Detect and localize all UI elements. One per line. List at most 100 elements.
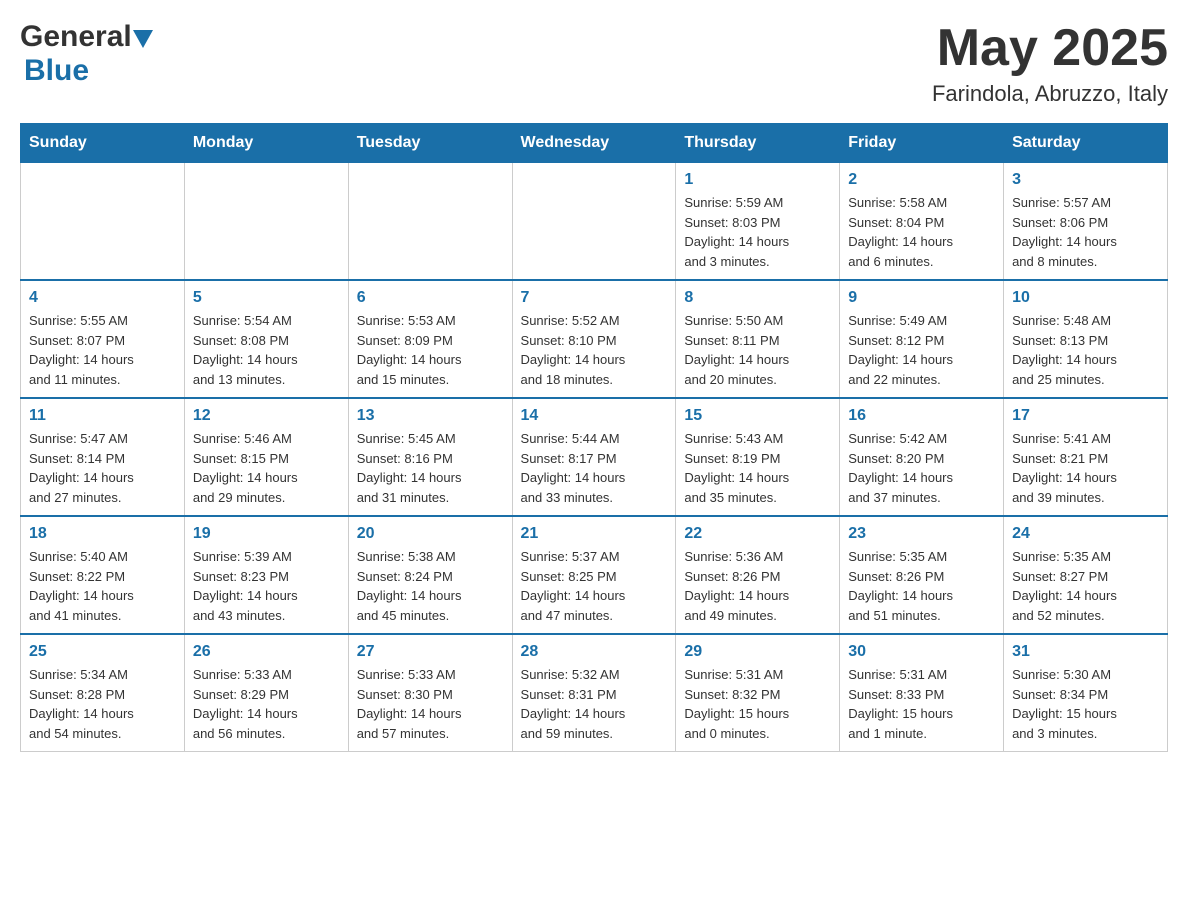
- table-row: 6 Sunrise: 5:53 AMSunset: 8:09 PMDaylight…: [348, 280, 512, 398]
- col-thursday: Thursday: [676, 124, 840, 163]
- day-number: 18: [29, 525, 176, 543]
- day-number: 16: [848, 407, 995, 425]
- table-row: 11 Sunrise: 5:47 AMSunset: 8:14 PMDayligh…: [21, 398, 185, 516]
- table-row: 17 Sunrise: 5:41 AMSunset: 8:21 PMDayligh…: [1004, 398, 1168, 516]
- day-number: 4: [29, 289, 176, 307]
- day-number: 14: [521, 407, 668, 425]
- title-block: May 2025 Farindola, Abruzzo, Italy: [932, 20, 1168, 107]
- col-saturday: Saturday: [1004, 124, 1168, 163]
- day-info: Sunrise: 5:33 AMSunset: 8:30 PMDaylight:…: [357, 665, 504, 743]
- day-number: 19: [193, 525, 340, 543]
- day-info: Sunrise: 5:39 AMSunset: 8:23 PMDaylight:…: [193, 547, 340, 625]
- day-info: Sunrise: 5:32 AMSunset: 8:31 PMDaylight:…: [521, 665, 668, 743]
- day-info: Sunrise: 5:55 AMSunset: 8:07 PMDaylight:…: [29, 311, 176, 389]
- day-number: 12: [193, 407, 340, 425]
- day-number: 23: [848, 525, 995, 543]
- day-info: Sunrise: 5:38 AMSunset: 8:24 PMDaylight:…: [357, 547, 504, 625]
- page-header: General Blue May 2025 Farindola, Abruzzo…: [20, 20, 1168, 107]
- table-row: 25Sunrise: 5:34 AMSunset: 8:28 PMDayligh…: [21, 634, 185, 752]
- day-info: Sunrise: 5:53 AMSunset: 8:09 PMDaylight:…: [357, 311, 504, 389]
- day-number: 5: [193, 289, 340, 307]
- day-info: Sunrise: 5:30 AMSunset: 8:34 PMDaylight:…: [1012, 665, 1159, 743]
- day-info: Sunrise: 5:35 AMSunset: 8:27 PMDaylight:…: [1012, 547, 1159, 625]
- day-number: 7: [521, 289, 668, 307]
- col-sunday: Sunday: [21, 124, 185, 163]
- day-info: Sunrise: 5:44 AMSunset: 8:17 PMDaylight:…: [521, 429, 668, 507]
- col-monday: Monday: [184, 124, 348, 163]
- table-row: 28 Sunrise: 5:32 AMSunset: 8:31 PMDayligh…: [512, 634, 676, 752]
- table-row: 15 Sunrise: 5:43 AMSunset: 8:19 PMDayligh…: [676, 398, 840, 516]
- table-row: 29Sunrise: 5:31 AMSunset: 8:32 PMDayligh…: [676, 634, 840, 752]
- calendar-week-row: 25Sunrise: 5:34 AMSunset: 8:28 PMDayligh…: [21, 634, 1168, 752]
- table-row: [21, 163, 185, 281]
- day-number: 13: [357, 407, 504, 425]
- day-info: Sunrise: 5:43 AMSunset: 8:19 PMDaylight:…: [684, 429, 831, 507]
- day-number: 24: [1012, 525, 1159, 543]
- calendar-week-row: 11 Sunrise: 5:47 AMSunset: 8:14 PMDayligh…: [21, 398, 1168, 516]
- logo-blue-text: Blue: [24, 54, 89, 87]
- day-number: 22: [684, 525, 831, 543]
- day-info: Sunrise: 5:34 AMSunset: 8:28 PMDaylight:…: [29, 665, 176, 743]
- day-info: Sunrise: 5:48 AMSunset: 8:13 PMDaylight:…: [1012, 311, 1159, 389]
- col-tuesday: Tuesday: [348, 124, 512, 163]
- day-number: 6: [357, 289, 504, 307]
- day-number: 17: [1012, 407, 1159, 425]
- table-row: 16Sunrise: 5:42 AMSunset: 8:20 PMDayligh…: [840, 398, 1004, 516]
- table-row: 3 Sunrise: 5:57 AMSunset: 8:06 PMDaylight…: [1004, 163, 1168, 281]
- table-row: 27Sunrise: 5:33 AMSunset: 8:30 PMDayligh…: [348, 634, 512, 752]
- table-row: 20 Sunrise: 5:38 AMSunset: 8:24 PMDayligh…: [348, 516, 512, 634]
- day-info: Sunrise: 5:36 AMSunset: 8:26 PMDaylight:…: [684, 547, 831, 625]
- day-info: Sunrise: 5:59 AMSunset: 8:03 PMDaylight:…: [684, 193, 831, 271]
- calendar-title: May 2025: [932, 20, 1168, 77]
- day-number: 28: [521, 643, 668, 661]
- calendar-subtitle: Farindola, Abruzzo, Italy: [932, 81, 1168, 107]
- day-info: Sunrise: 5:58 AMSunset: 8:04 PMDaylight:…: [848, 193, 995, 271]
- logo-triangle-icon: [133, 30, 153, 48]
- day-info: Sunrise: 5:46 AMSunset: 8:15 PMDaylight:…: [193, 429, 340, 507]
- day-number: 2: [848, 171, 995, 189]
- col-friday: Friday: [840, 124, 1004, 163]
- day-number: 11: [29, 407, 176, 425]
- day-number: 3: [1012, 171, 1159, 189]
- calendar-header-row: Sunday Monday Tuesday Wednesday Thursday…: [21, 124, 1168, 163]
- day-info: Sunrise: 5:37 AMSunset: 8:25 PMDaylight:…: [521, 547, 668, 625]
- calendar-week-row: 18 Sunrise: 5:40 AMSunset: 8:22 PMDayligh…: [21, 516, 1168, 634]
- day-info: Sunrise: 5:47 AMSunset: 8:14 PMDaylight:…: [29, 429, 176, 507]
- table-row: 4 Sunrise: 5:55 AMSunset: 8:07 PMDaylight…: [21, 280, 185, 398]
- table-row: 12 Sunrise: 5:46 AMSunset: 8:15 PMDayligh…: [184, 398, 348, 516]
- table-row: 30 Sunrise: 5:31 AMSunset: 8:33 PMDayligh…: [840, 634, 1004, 752]
- calendar-week-row: 1Sunrise: 5:59 AMSunset: 8:03 PMDaylight…: [21, 163, 1168, 281]
- day-number: 20: [357, 525, 504, 543]
- day-info: Sunrise: 5:31 AMSunset: 8:32 PMDaylight:…: [684, 665, 831, 743]
- table-row: [348, 163, 512, 281]
- table-row: 8 Sunrise: 5:50 AMSunset: 8:11 PMDaylight…: [676, 280, 840, 398]
- day-info: Sunrise: 5:31 AMSunset: 8:33 PMDaylight:…: [848, 665, 995, 743]
- table-row: 22 Sunrise: 5:36 AMSunset: 8:26 PMDayligh…: [676, 516, 840, 634]
- day-number: 10: [1012, 289, 1159, 307]
- day-info: Sunrise: 5:41 AMSunset: 8:21 PMDaylight:…: [1012, 429, 1159, 507]
- day-number: 30: [848, 643, 995, 661]
- day-info: Sunrise: 5:45 AMSunset: 8:16 PMDaylight:…: [357, 429, 504, 507]
- table-row: [512, 163, 676, 281]
- calendar-table: Sunday Monday Tuesday Wednesday Thursday…: [20, 123, 1168, 752]
- table-row: 26Sunrise: 5:33 AMSunset: 8:29 PMDayligh…: [184, 634, 348, 752]
- table-row: 7 Sunrise: 5:52 AMSunset: 8:10 PMDaylight…: [512, 280, 676, 398]
- table-row: 14 Sunrise: 5:44 AMSunset: 8:17 PMDayligh…: [512, 398, 676, 516]
- table-row: 31 Sunrise: 5:30 AMSunset: 8:34 PMDayligh…: [1004, 634, 1168, 752]
- day-number: 9: [848, 289, 995, 307]
- logo: General Blue: [20, 20, 154, 88]
- day-info: Sunrise: 5:57 AMSunset: 8:06 PMDaylight:…: [1012, 193, 1159, 271]
- day-number: 26: [193, 643, 340, 661]
- table-row: 19 Sunrise: 5:39 AMSunset: 8:23 PMDayligh…: [184, 516, 348, 634]
- day-info: Sunrise: 5:54 AMSunset: 8:08 PMDaylight:…: [193, 311, 340, 389]
- day-number: 15: [684, 407, 831, 425]
- day-info: Sunrise: 5:40 AMSunset: 8:22 PMDaylight:…: [29, 547, 176, 625]
- table-row: 23Sunrise: 5:35 AMSunset: 8:26 PMDayligh…: [840, 516, 1004, 634]
- table-row: 21Sunrise: 5:37 AMSunset: 8:25 PMDayligh…: [512, 516, 676, 634]
- day-number: 8: [684, 289, 831, 307]
- day-info: Sunrise: 5:52 AMSunset: 8:10 PMDaylight:…: [521, 311, 668, 389]
- day-info: Sunrise: 5:49 AMSunset: 8:12 PMDaylight:…: [848, 311, 995, 389]
- day-number: 31: [1012, 643, 1159, 661]
- day-info: Sunrise: 5:50 AMSunset: 8:11 PMDaylight:…: [684, 311, 831, 389]
- table-row: 2 Sunrise: 5:58 AMSunset: 8:04 PMDaylight…: [840, 163, 1004, 281]
